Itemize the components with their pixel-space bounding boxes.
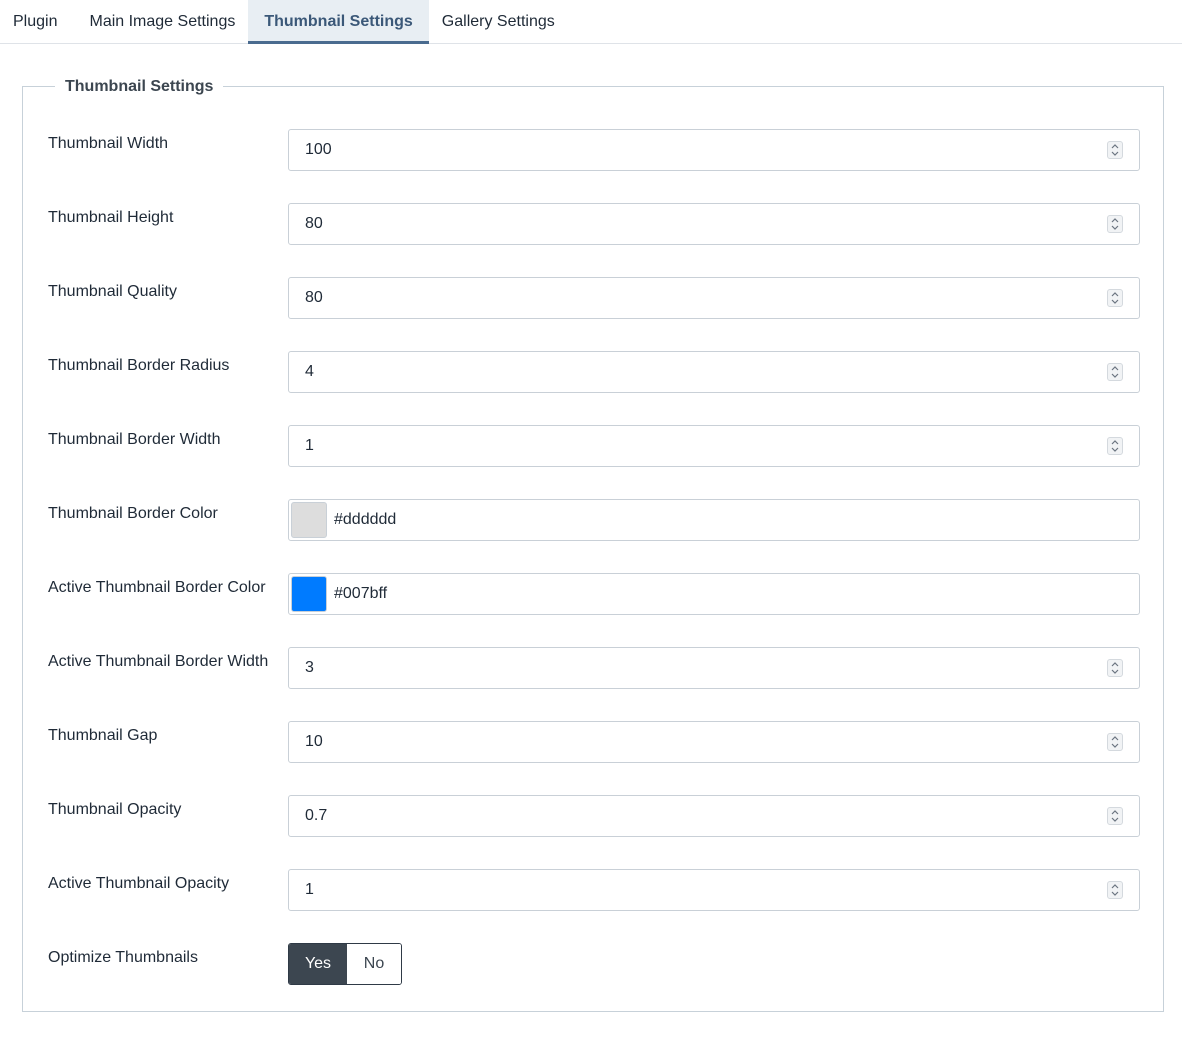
input-value: 10	[305, 733, 323, 750]
field-row-thumbnail-width: Thumbnail Width 100	[23, 129, 1165, 171]
input-value: 4	[305, 363, 314, 380]
color-swatch[interactable]	[291, 502, 327, 538]
thumbnail-gap-input[interactable]: 10	[288, 721, 1140, 763]
field-label: Thumbnail Border Color	[48, 505, 218, 522]
field-row-active-thumbnail-border-width: Active Thumbnail Border Width 3	[23, 647, 1165, 689]
color-value: #007bff	[334, 585, 388, 602]
spinner-icon[interactable]	[1107, 215, 1123, 233]
tab-thumbnail-settings[interactable]: Thumbnail Settings	[248, 0, 430, 44]
field-row-thumbnail-gap: Thumbnail Gap 10	[23, 721, 1165, 763]
color-swatch[interactable]	[291, 576, 327, 612]
optimize-thumbnails-toggle: Yes No	[288, 943, 402, 985]
thumbnail-width-input[interactable]: 100	[288, 129, 1140, 171]
field-row-thumbnail-height: Thumbnail Height 80	[23, 203, 1165, 245]
input-value: 1	[305, 437, 314, 454]
thumbnail-quality-input[interactable]: 80	[288, 277, 1140, 319]
thumbnail-settings-fieldset: Thumbnail Settings Thumbnail Width 100 T…	[22, 77, 1165, 1012]
thumbnail-border-radius-input[interactable]: 4	[288, 351, 1140, 393]
field-label: Thumbnail Gap	[48, 727, 158, 744]
spinner-icon[interactable]	[1107, 289, 1123, 307]
thumbnail-height-input[interactable]: 80	[288, 203, 1140, 245]
field-row-optimize-thumbnails: Optimize Thumbnails Yes No	[23, 943, 1165, 985]
spinner-icon[interactable]	[1107, 881, 1123, 899]
spinner-icon[interactable]	[1107, 437, 1123, 455]
thumbnail-opacity-input[interactable]: 0.7	[288, 795, 1140, 837]
spinner-icon[interactable]	[1107, 659, 1123, 677]
tab-bar: Plugin Main Image Settings Thumbnail Set…	[0, 0, 1182, 44]
input-value: 3	[305, 659, 314, 676]
spinner-icon[interactable]	[1107, 141, 1123, 159]
thumbnail-border-color-input[interactable]: #dddddd	[288, 499, 1140, 541]
thumbnail-border-width-input[interactable]: 1	[288, 425, 1140, 467]
field-label: Thumbnail Border Width	[48, 431, 221, 448]
field-label: Active Thumbnail Border Width	[48, 653, 269, 670]
field-row-thumbnail-border-width: Thumbnail Border Width 1	[23, 425, 1165, 467]
field-label: Thumbnail Border Radius	[48, 357, 230, 374]
tab-plugin[interactable]: Plugin	[0, 0, 76, 43]
fieldset-legend: Thumbnail Settings	[55, 77, 224, 97]
input-value: 80	[305, 215, 323, 232]
input-value: 100	[305, 141, 332, 158]
field-row-active-thumbnail-border-color: Active Thumbnail Border Color #007bff	[23, 573, 1165, 615]
yes-option-button[interactable]: Yes	[289, 944, 347, 984]
field-label: Thumbnail Height	[48, 209, 174, 226]
tab-main-image-settings[interactable]: Main Image Settings	[76, 0, 248, 43]
field-row-thumbnail-border-color: Thumbnail Border Color #dddddd	[23, 499, 1165, 541]
field-label: Optimize Thumbnails	[48, 949, 198, 966]
field-label: Thumbnail Width	[48, 135, 169, 152]
input-value: 80	[305, 289, 323, 306]
active-thumbnail-border-width-input[interactable]: 3	[288, 647, 1140, 689]
field-label: Thumbnail Quality	[48, 283, 177, 300]
no-option-button[interactable]: No	[347, 944, 401, 984]
active-thumbnail-border-color-input[interactable]: #007bff	[288, 573, 1140, 615]
field-row-active-thumbnail-opacity: Active Thumbnail Opacity 1	[23, 869, 1165, 911]
spinner-icon[interactable]	[1107, 807, 1123, 825]
field-row-thumbnail-quality: Thumbnail Quality 80	[23, 277, 1165, 319]
field-row-thumbnail-border-radius: Thumbnail Border Radius 4	[23, 351, 1165, 393]
field-label: Active Thumbnail Border Color	[48, 579, 266, 596]
field-row-thumbnail-opacity: Thumbnail Opacity 0.7	[23, 795, 1165, 837]
spinner-icon[interactable]	[1107, 363, 1123, 381]
field-label: Thumbnail Opacity	[48, 801, 182, 818]
tab-gallery-settings[interactable]: Gallery Settings	[429, 0, 568, 43]
input-value: 1	[305, 881, 314, 898]
spinner-icon[interactable]	[1107, 733, 1123, 751]
input-value: 0.7	[305, 807, 328, 824]
active-thumbnail-opacity-input[interactable]: 1	[288, 869, 1140, 911]
field-label: Active Thumbnail Opacity	[48, 875, 230, 892]
color-value: #dddddd	[334, 511, 397, 528]
